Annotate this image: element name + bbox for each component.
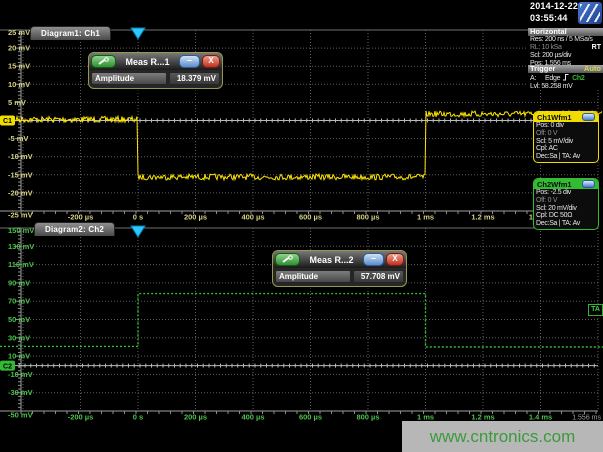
channel-marker-label: C1: [3, 118, 12, 125]
trigger-source-row[interactable]: A: Edge Ch2: [528, 73, 603, 83]
trigger-level-row[interactable]: Lvl: 58.258 mV: [528, 83, 603, 91]
ch1-waveform-title: Ch1Wfm1: [537, 113, 572, 122]
y-axis-label: -25 mV: [8, 211, 33, 220]
y-axis-label: -15 mV: [8, 170, 33, 179]
y-axis-label: -50 mV: [8, 411, 33, 420]
y-axis-label: -20 mV: [8, 188, 33, 197]
watermark-bar: www.cntronics.com: [402, 421, 603, 452]
settings-row[interactable]: Off: 0 V: [534, 130, 598, 138]
popup2-titlebar[interactable]: Meas R...2 – X: [273, 251, 406, 268]
settings-row[interactable]: Res: 200 ns / 5 MSa/s: [528, 36, 603, 44]
x-axis-label: 0 s: [133, 413, 143, 422]
measurement-value: 57.708 mV: [353, 270, 404, 283]
x-axis-label: 600 µs: [299, 213, 322, 222]
minimize-pill-icon[interactable]: [582, 113, 595, 121]
y-axis-label: 130 mV: [8, 242, 34, 251]
settings-row[interactable]: Cpl: AC: [534, 145, 598, 153]
y-axis-label: -30 mV: [8, 388, 33, 397]
wrench-icon: [97, 57, 110, 66]
measurement-name: Amplitude: [275, 270, 351, 283]
horizontal-panel-title: Horizontal: [530, 28, 567, 36]
measurement-settings-button[interactable]: [91, 55, 116, 68]
trigger-position-marker[interactable]: [131, 226, 145, 237]
measurement-popup-2: Meas R...2 – X Amplitude 57.708 mV: [272, 250, 407, 287]
realtime-flag: RT: [592, 44, 601, 52]
settings-row[interactable]: Dec:Sa | TA: Av: [534, 220, 598, 228]
settings-row[interactable]: Pos: -2.5 div: [534, 189, 598, 197]
trigger-mode: Auto: [584, 65, 601, 73]
popup1-title: Meas R...1: [118, 57, 177, 67]
x-axis-label: 200 µs: [184, 413, 207, 422]
settings-row[interactable]: Scl: 5 mV/div: [534, 138, 598, 146]
y-axis-label: 70 mV: [8, 297, 30, 306]
x-axis-label: 200 µs: [184, 213, 207, 222]
x-axis-label: -200 µs: [68, 413, 94, 422]
settings-row[interactable]: Dec:Sa | TA: Av: [534, 153, 598, 161]
oscilloscope-screen: 25 mV 20 mV 15 mV 10 mV 5 mV -5 mV -10 mV -15 m…: [0, 0, 603, 452]
trigger-settings-panel[interactable]: Trigger Auto A: Edge Ch2 Lvl: 58.258 mV: [528, 65, 603, 90]
y-axis-label: 90 mV: [8, 278, 30, 287]
minimize-pill-icon[interactable]: [582, 180, 595, 188]
x-axis-label: 800 µs: [356, 213, 379, 222]
minimize-button[interactable]: –: [363, 253, 384, 266]
x-axis-label: 400 µs: [241, 213, 264, 222]
settings-row[interactable]: Scl: 20 mV/div: [534, 205, 598, 213]
x-axis-label: 1.2 ms: [471, 213, 494, 222]
y-axis-label: 150 mV: [8, 226, 34, 235]
tab-diagram2[interactable]: Diagram2: Ch2: [34, 222, 115, 236]
ch2-waveform-header[interactable]: Ch2Wfm1: [534, 179, 598, 189]
horizontal-settings-panel[interactable]: Horizontal Res: 200 ns / 5 MSa/sRL: 10 k…: [528, 28, 603, 65]
close-button[interactable]: X: [386, 253, 404, 266]
ch1-waveform-box[interactable]: Ch1Wfm1 Pos: 0 divOff: 0 VScl: 5 mV/divC…: [533, 111, 599, 163]
close-button[interactable]: X: [202, 55, 220, 68]
measurement-value: 18.379 mV: [169, 72, 220, 85]
y-axis-label: -10 mV: [8, 370, 33, 379]
tab-diagram1[interactable]: Diagram1: Ch1: [30, 26, 111, 40]
settings-row[interactable]: Scl: 200 µs/div: [528, 52, 603, 60]
measurement-name: Amplitude: [91, 72, 167, 85]
measurement-popup-1: Meas R...1 – X Amplitude 18.379 mV: [88, 52, 223, 89]
popup1-titlebar[interactable]: Meas R...1 – X: [89, 53, 222, 70]
measurement-settings-button[interactable]: [275, 253, 300, 266]
x-axis-label: 0 s: [133, 213, 143, 222]
edge-icon: [562, 73, 570, 81]
ch2-waveform-title: Ch2Wfm1: [537, 180, 572, 189]
y-axis-label: 25 mV: [8, 28, 30, 37]
x-axis-label: 1 ms: [417, 213, 434, 222]
settings-row[interactable]: Off: 0 V: [534, 197, 598, 205]
trigger-armed-badge: TA: [588, 304, 603, 316]
trigger-source-prefix: A:: [530, 75, 536, 82]
settings-row[interactable]: Cpl: DC 50Ω: [534, 212, 598, 220]
datetime-display: 2014-12-22 03:55:44: [528, 0, 603, 27]
y-axis-label: 5 mV: [8, 98, 26, 107]
trigger-panel-title: Trigger: [530, 65, 555, 73]
y-axis-label: 110 mV: [8, 260, 34, 269]
x-axis-label: 800 µs: [356, 413, 379, 422]
channel-marker-label: C2: [3, 363, 12, 370]
ch1-waveform-header[interactable]: Ch1Wfm1: [534, 112, 598, 122]
x-axis-label: -200 µs: [68, 213, 94, 222]
y-axis-label: 50 mV: [8, 315, 30, 324]
y-axis-label: 15 mV: [8, 62, 30, 71]
ch2-waveform-box[interactable]: Ch2Wfm1 Pos: -2.5 divOff: 0 VScl: 20 mV/…: [533, 178, 599, 230]
watermark-text: www.cntronics.com: [430, 427, 575, 447]
settings-row[interactable]: Pos: 0 div: [534, 122, 598, 130]
x-axis-label: 600 µs: [299, 413, 322, 422]
rohde-schwarz-logo: [578, 2, 602, 24]
trigger-position-marker[interactable]: [131, 28, 145, 39]
trigger-type: Edge: [545, 75, 560, 82]
wrench-icon: [281, 255, 294, 264]
y-axis-label: -10 mV: [8, 152, 33, 161]
y-axis-label: 10 mV: [8, 80, 30, 89]
popup2-title: Meas R...2: [302, 255, 361, 265]
settings-row[interactable]: RL: 10 kSaRT: [528, 44, 603, 52]
y-axis-label: 10 mV: [8, 352, 30, 361]
minimize-button[interactable]: –: [179, 55, 200, 68]
y-axis-label: 30 mV: [8, 333, 30, 342]
x-axis-label: 400 µs: [241, 413, 264, 422]
y-axis-label: -5 mV: [8, 134, 28, 143]
trigger-channel: Ch2: [572, 75, 584, 82]
y-axis-label: 20 mV: [8, 44, 30, 53]
